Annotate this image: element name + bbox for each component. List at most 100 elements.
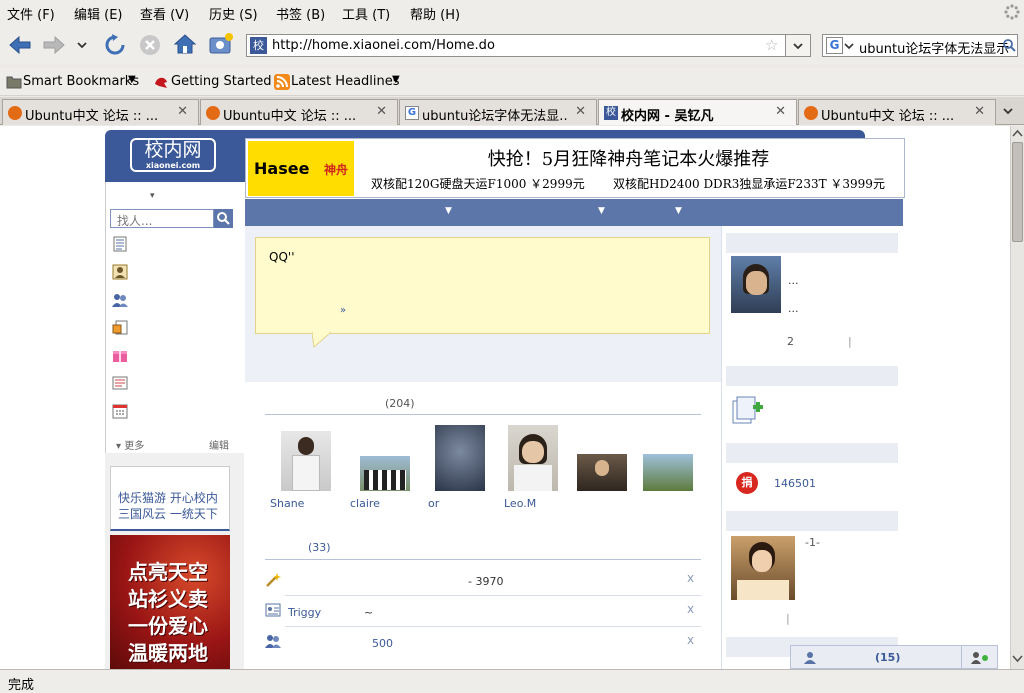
scroll-thumb[interactable] xyxy=(1012,142,1023,242)
nav-dropdown-icon[interactable]: ▼ xyxy=(445,206,452,216)
back-icon[interactable] xyxy=(8,33,32,57)
feed-user-name[interactable]: Triggy xyxy=(288,606,321,619)
photo-detail xyxy=(292,455,320,491)
friend-photo-5[interactable] xyxy=(577,454,627,491)
stop-icon[interactable] xyxy=(138,33,162,57)
latest-headlines[interactable]: Latest Headlines xyxy=(291,74,400,89)
close-tab-icon[interactable]: ✕ xyxy=(177,104,188,119)
close-tab-icon[interactable]: ✕ xyxy=(575,104,586,119)
url-dropdown-button[interactable] xyxy=(786,34,811,57)
news-feed-icon[interactable] xyxy=(112,236,128,252)
friend-photo-6[interactable] xyxy=(643,454,693,491)
forward-icon[interactable] xyxy=(42,33,66,57)
menu-view[interactable]: 查看 (V) xyxy=(140,4,189,23)
menu-file[interactable]: 文件 (F) xyxy=(7,4,55,23)
online-friends-bar[interactable]: (15) xyxy=(790,645,962,669)
right-section-header xyxy=(726,443,898,463)
edit-apps-link[interactable]: 编辑 xyxy=(209,437,229,452)
gift-icon[interactable] xyxy=(112,347,128,363)
online-status-icon xyxy=(971,652,988,664)
xiaonei-icon: 校 xyxy=(604,106,618,120)
nav-dropdown-icon[interactable]: ▼ xyxy=(598,206,605,216)
engine-dropdown-icon[interactable] xyxy=(844,41,854,51)
status-bubble[interactable]: QQ'' » xyxy=(255,237,710,334)
reload-icon[interactable] xyxy=(103,33,127,57)
friends-online-icon xyxy=(804,652,816,664)
scroll-up-icon[interactable] xyxy=(1012,128,1023,139)
menu-bookmarks[interactable]: 书签 (B) xyxy=(276,4,325,23)
history-dropdown-icon[interactable] xyxy=(76,39,88,51)
blog-icon[interactable] xyxy=(112,375,128,391)
add-page-icon[interactable] xyxy=(731,395,765,427)
sidebar-dropdown-icon[interactable]: ▾ xyxy=(150,191,155,201)
close-tab-icon[interactable]: ✕ xyxy=(775,104,786,119)
chat-status-button[interactable] xyxy=(962,645,998,669)
feed-item-close-icon[interactable]: x xyxy=(687,633,694,647)
calendar-icon[interactable] xyxy=(112,403,128,419)
people-search-input[interactable]: 找人... xyxy=(110,209,214,228)
my-profile-photo[interactable] xyxy=(731,256,781,313)
close-tab-icon[interactable]: ✕ xyxy=(376,104,387,119)
feed-row-divider xyxy=(285,595,701,596)
charity-ad[interactable]: 点亮天空 站衫义卖 一份爱心 温暖两地 xyxy=(110,535,230,669)
menu-history[interactable]: 历史 (S) xyxy=(209,4,258,23)
tab-title: Ubuntu中文 论坛 :: ... xyxy=(821,109,955,124)
search-input[interactable]: ubuntu论坛字体无法显示 xyxy=(859,38,1009,56)
url-text[interactable]: http://home.xiaonei.com/Home.do xyxy=(272,38,495,53)
applications-icon[interactable] xyxy=(112,320,128,336)
nav-dropdown-icon[interactable]: ▼ xyxy=(675,206,682,216)
friend-name[interactable]: or xyxy=(428,497,439,510)
tab-ubuntu-forum-2[interactable]: Ubuntu中文 论坛 :: ... ✕ xyxy=(200,99,398,125)
tab-ubuntu-forum-3[interactable]: Ubuntu中文 论坛 :: ... ✕ xyxy=(798,99,996,125)
screenshot-addon-icon[interactable] xyxy=(208,32,234,56)
donate-badge-icon[interactable]: 捐 xyxy=(736,472,758,494)
feed-item-text[interactable]: 500 xyxy=(372,637,393,650)
feed-item-text: - 3970 xyxy=(468,575,504,588)
getting-started-link[interactable]: Getting Started xyxy=(171,74,272,89)
friends-icon[interactable] xyxy=(112,292,128,308)
smart-bookmarks[interactable]: Smart Bookmarks xyxy=(23,74,139,89)
url-bar[interactable]: 校 http://home.xiaonei.com/Home.do ☆ xyxy=(246,34,786,57)
site-logo[interactable]: 校内网 xiaonei.com xyxy=(130,138,216,172)
friend-name[interactable]: claire xyxy=(350,497,380,510)
tab-google-search[interactable]: G ubuntu论坛字体无法显... ✕ xyxy=(399,99,597,125)
people-search-button[interactable] xyxy=(214,209,233,228)
profile-icon[interactable] xyxy=(112,264,128,280)
ubuntu-icon xyxy=(8,106,22,120)
vertical-scrollbar[interactable] xyxy=(1010,126,1024,669)
star-icon[interactable]: ☆ xyxy=(765,36,778,54)
hasee-banner-ad[interactable]: Hasee 神舟 快抢！5月狂降神舟笔记本火爆推荐 双核配120G硬盘天运F10… xyxy=(245,138,905,198)
friend-name[interactable]: Shane xyxy=(270,497,304,510)
friend-photo-claire[interactable] xyxy=(360,456,410,491)
scroll-down-icon[interactable] xyxy=(1012,653,1023,664)
donation-count[interactable]: 146501 xyxy=(774,477,816,490)
friend-photo-or[interactable] xyxy=(435,425,485,491)
menu-edit[interactable]: 编辑 (E) xyxy=(74,4,123,23)
feed-item-close-icon[interactable]: x xyxy=(687,571,694,585)
friend-photo-leo[interactable] xyxy=(508,425,558,491)
status-more-link[interactable]: » xyxy=(340,305,346,316)
banner-headline: 快抢！5月狂降神舟笔记本火爆推荐 xyxy=(487,149,770,170)
home-icon[interactable] xyxy=(173,32,197,56)
latest-headlines-dropdown-icon[interactable]: ▼ xyxy=(392,74,400,85)
tab-xiaonei[interactable]: 校 校内网 - 吴钇凡 ✕ xyxy=(598,99,797,125)
tab-ubuntu-forum-1[interactable]: Ubuntu中文 论坛 :: ... ✕ xyxy=(2,99,199,125)
friend-name[interactable]: Leo.M xyxy=(504,497,536,510)
featured-photo[interactable] xyxy=(731,536,795,600)
friend-photo-shane[interactable] xyxy=(281,431,331,491)
smart-bookmarks-dropdown-icon[interactable]: ▼ xyxy=(128,74,136,85)
feed-count[interactable]: (33) xyxy=(308,541,331,554)
google-icon[interactable]: G xyxy=(826,37,843,54)
close-tab-icon[interactable]: ✕ xyxy=(974,104,985,119)
game-promo[interactable]: 快乐猫游 开心校内 三国风云 一统天下 xyxy=(110,466,230,531)
magic-wand-icon xyxy=(266,573,281,587)
search-box[interactable]: G ubuntu论坛字体无法显示 xyxy=(822,34,1018,57)
status-text: 完成 xyxy=(8,678,35,693)
all-tabs-icon[interactable] xyxy=(1002,105,1014,117)
feed-item-close-icon[interactable]: x xyxy=(687,602,694,616)
menu-help[interactable]: 帮助 (H) xyxy=(410,4,460,23)
more-apps-link[interactable]: ▾ 更多 xyxy=(116,437,144,452)
friends-count[interactable]: (204) xyxy=(385,397,415,410)
magnifier-icon[interactable] xyxy=(1002,38,1016,52)
menu-tools[interactable]: 工具 (T) xyxy=(342,4,390,23)
